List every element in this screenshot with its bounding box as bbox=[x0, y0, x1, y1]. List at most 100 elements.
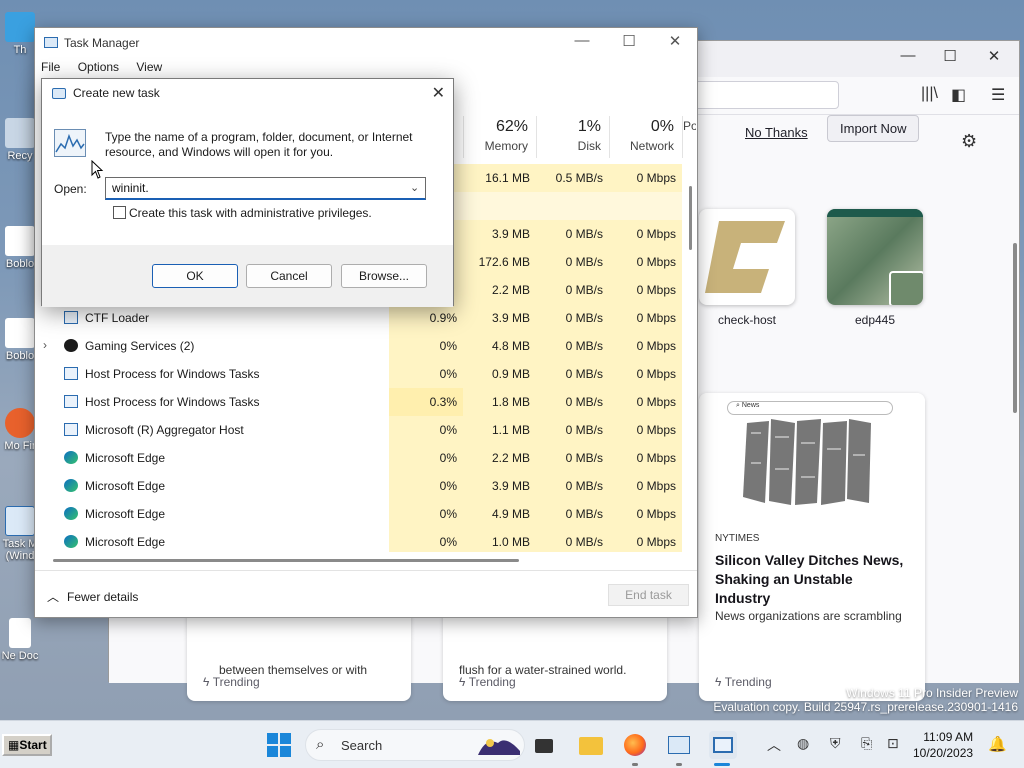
memory-column-header[interactable]: 62% Memory bbox=[463, 116, 536, 158]
memory-cell: 16.1 MB bbox=[463, 164, 536, 192]
admin-privileges-checkbox[interactable] bbox=[113, 206, 126, 219]
network-cell: 0 Mbps bbox=[609, 304, 682, 332]
check-host-logo bbox=[699, 209, 795, 305]
horizontal-scrollbar[interactable] bbox=[53, 559, 519, 562]
network-cell: 0 Mbps bbox=[609, 472, 682, 500]
no-thanks-link[interactable]: No Thanks bbox=[745, 125, 808, 140]
notification-bell-icon[interactable]: 🔔 bbox=[988, 735, 1007, 753]
app-window-icon bbox=[64, 367, 78, 380]
process-name: Host Process for Windows Tasks bbox=[85, 367, 260, 381]
disk-cell: 0 MB/s bbox=[536, 360, 609, 388]
table-row[interactable]: CTF Loader 0.9% 3.9 MB 0 MB/s 0 Mbps bbox=[35, 304, 683, 332]
table-row[interactable]: Microsoft Edge 0% 2.2 MB 0 MB/s 0 Mbps bbox=[35, 444, 683, 472]
task-manager-footer: ︿ Fewer details End task bbox=[35, 570, 697, 618]
network-cell: 0 Mbps bbox=[609, 528, 682, 552]
table-row[interactable]: Host Process for Windows Tasks 0.3% 1.8 … bbox=[35, 388, 683, 416]
page-scrollbar[interactable] bbox=[1013, 243, 1017, 413]
gear-icon[interactable]: ⚙ bbox=[961, 131, 977, 152]
disk-cell: 0 MB/s bbox=[536, 444, 609, 472]
process-name: Host Process for Windows Tasks bbox=[85, 395, 260, 409]
end-task-button[interactable]: End task bbox=[608, 584, 689, 606]
trending-icon: ϟ bbox=[203, 675, 210, 689]
menu-file[interactable]: File bbox=[41, 60, 60, 74]
close-icon[interactable]: ✕ bbox=[432, 83, 445, 103]
table-row[interactable]: Microsoft (R) Aggregator Host 0% 1.1 MB … bbox=[35, 416, 683, 444]
disk-column-header[interactable]: 1% Disk bbox=[536, 116, 609, 158]
chevron-down-icon[interactable]: ⌄ bbox=[410, 181, 419, 194]
watermark-line: Evaluation copy. Build 25947.rs_prerelea… bbox=[713, 700, 1018, 714]
windows-flag-icon: ▦ bbox=[8, 738, 20, 752]
dialog-titlebar: Create new task ✕ bbox=[42, 79, 453, 107]
cpu-cell: 0% bbox=[389, 472, 463, 500]
sidebar-icon[interactable]: ◧ bbox=[951, 85, 966, 105]
memory-cell: 1.0 MB bbox=[463, 528, 536, 552]
shortcut-label: edp445 bbox=[854, 313, 896, 327]
table-row[interactable]: Microsoft Edge 0% 1.0 MB 0 MB/s 0 Mbps bbox=[35, 528, 683, 552]
menu-icon[interactable]: ☰ bbox=[991, 85, 1005, 105]
cancel-button[interactable]: Cancel bbox=[246, 264, 332, 288]
menu-view[interactable]: View bbox=[136, 60, 162, 74]
ok-button[interactable]: OK bbox=[152, 264, 238, 288]
shortcut-tile[interactable]: check-host bbox=[699, 209, 795, 327]
file-explorer-icon[interactable] bbox=[577, 731, 605, 759]
close-button[interactable]: ✕ bbox=[652, 32, 698, 50]
trending-label: ϟ Trending bbox=[459, 675, 516, 689]
import-now-button[interactable]: Import Now bbox=[827, 115, 920, 142]
search-input[interactable]: ⌕ Search bbox=[305, 729, 525, 761]
library-icon[interactable]: |||\ bbox=[921, 85, 938, 103]
edge-icon bbox=[64, 451, 78, 464]
fewer-details-button[interactable]: ︿ Fewer details bbox=[47, 588, 138, 605]
task-view-icon[interactable] bbox=[531, 731, 559, 759]
table-row[interactable]: Microsoft Edge 0% 3.9 MB 0 MB/s 0 Mbps bbox=[35, 472, 683, 500]
system-clock[interactable]: 11:09 AM 10/20/2023 bbox=[913, 729, 973, 761]
network-cell: 0 Mbps bbox=[609, 360, 682, 388]
firefox-icon[interactable] bbox=[621, 731, 649, 759]
story-card[interactable]: ⌕ News NYTIMES Silicon Valley Ditches Ne… bbox=[699, 393, 925, 701]
shortcut-tile[interactable]: edp445 bbox=[827, 209, 923, 327]
disk-cell: 0 MB/s bbox=[536, 332, 609, 360]
task-manager-graph-icon bbox=[54, 129, 86, 157]
network-icon[interactable]: ⊡ bbox=[887, 735, 899, 752]
table-row[interactable]: Host Process for Windows Tasks 0% 0.9 MB… bbox=[35, 360, 683, 388]
minimize-button[interactable]: — bbox=[559, 32, 605, 49]
search-icon: ⌕ bbox=[316, 736, 325, 753]
minimize-button[interactable]: — bbox=[885, 47, 931, 64]
disk-cell: 0 MB/s bbox=[536, 528, 609, 552]
windows-start-icon[interactable] bbox=[267, 733, 291, 757]
power-column-header[interactable]: Po bbox=[682, 116, 696, 158]
browse-button[interactable]: Browse... bbox=[341, 264, 427, 288]
chevron-up-icon[interactable]: ︿ bbox=[767, 735, 781, 755]
network-cell: 0 Mbps bbox=[609, 388, 682, 416]
disk-cell: 0.5 MB/s bbox=[536, 164, 609, 192]
taskbar: ▦Start ⌕ Search ︿ ◍ ⛨ ⎘ ⊡ 11:09 AM 10/20… bbox=[0, 720, 1024, 768]
clipboard-icon[interactable]: ⎘ bbox=[861, 735, 872, 752]
classic-start-button[interactable]: ▦Start bbox=[2, 734, 52, 756]
app-window-icon bbox=[64, 311, 78, 324]
story-card[interactable]: between themselves or with ϟ Trending bbox=[187, 605, 411, 701]
network-globe-icon[interactable]: ◍ bbox=[797, 735, 809, 752]
window-title: Task Manager bbox=[64, 36, 140, 50]
table-row[interactable]: › Gaming Services (2) 0% 4.8 MB 0 MB/s 0… bbox=[35, 332, 683, 360]
menu-bar: File Options View bbox=[41, 60, 176, 74]
process-name: CTF Loader bbox=[85, 311, 150, 325]
table-row[interactable]: Microsoft Edge 0% 4.9 MB 0 MB/s 0 Mbps bbox=[35, 500, 683, 528]
story-card[interactable]: flush for a water-strained world. ϟ Tren… bbox=[443, 605, 667, 701]
task-manager-icon[interactable] bbox=[665, 731, 693, 759]
open-input[interactable] bbox=[105, 177, 426, 200]
cpu-cell: 0.3% bbox=[389, 388, 463, 416]
network-column-header[interactable]: 0% Network bbox=[609, 116, 682, 158]
document-icon bbox=[9, 618, 31, 648]
shield-icon[interactable]: ⛨ bbox=[830, 735, 841, 752]
desktop-icon[interactable]: Ne Doc bbox=[0, 618, 40, 662]
disk-cell bbox=[536, 192, 609, 220]
chevron-right-icon[interactable]: › bbox=[43, 338, 47, 352]
memory-cell: 172.6 MB bbox=[463, 248, 536, 276]
close-button[interactable]: ✕ bbox=[971, 47, 1017, 65]
maximize-button[interactable]: ☐ bbox=[606, 32, 652, 50]
process-name: Gaming Services (2) bbox=[85, 339, 195, 353]
menu-options[interactable]: Options bbox=[78, 60, 119, 74]
run-dialog-taskbar-icon[interactable] bbox=[709, 731, 737, 759]
maximize-button[interactable]: ☐ bbox=[927, 47, 973, 65]
clock-time: 11:09 AM bbox=[923, 730, 974, 744]
process-list-scrollbar[interactable] bbox=[689, 186, 692, 250]
